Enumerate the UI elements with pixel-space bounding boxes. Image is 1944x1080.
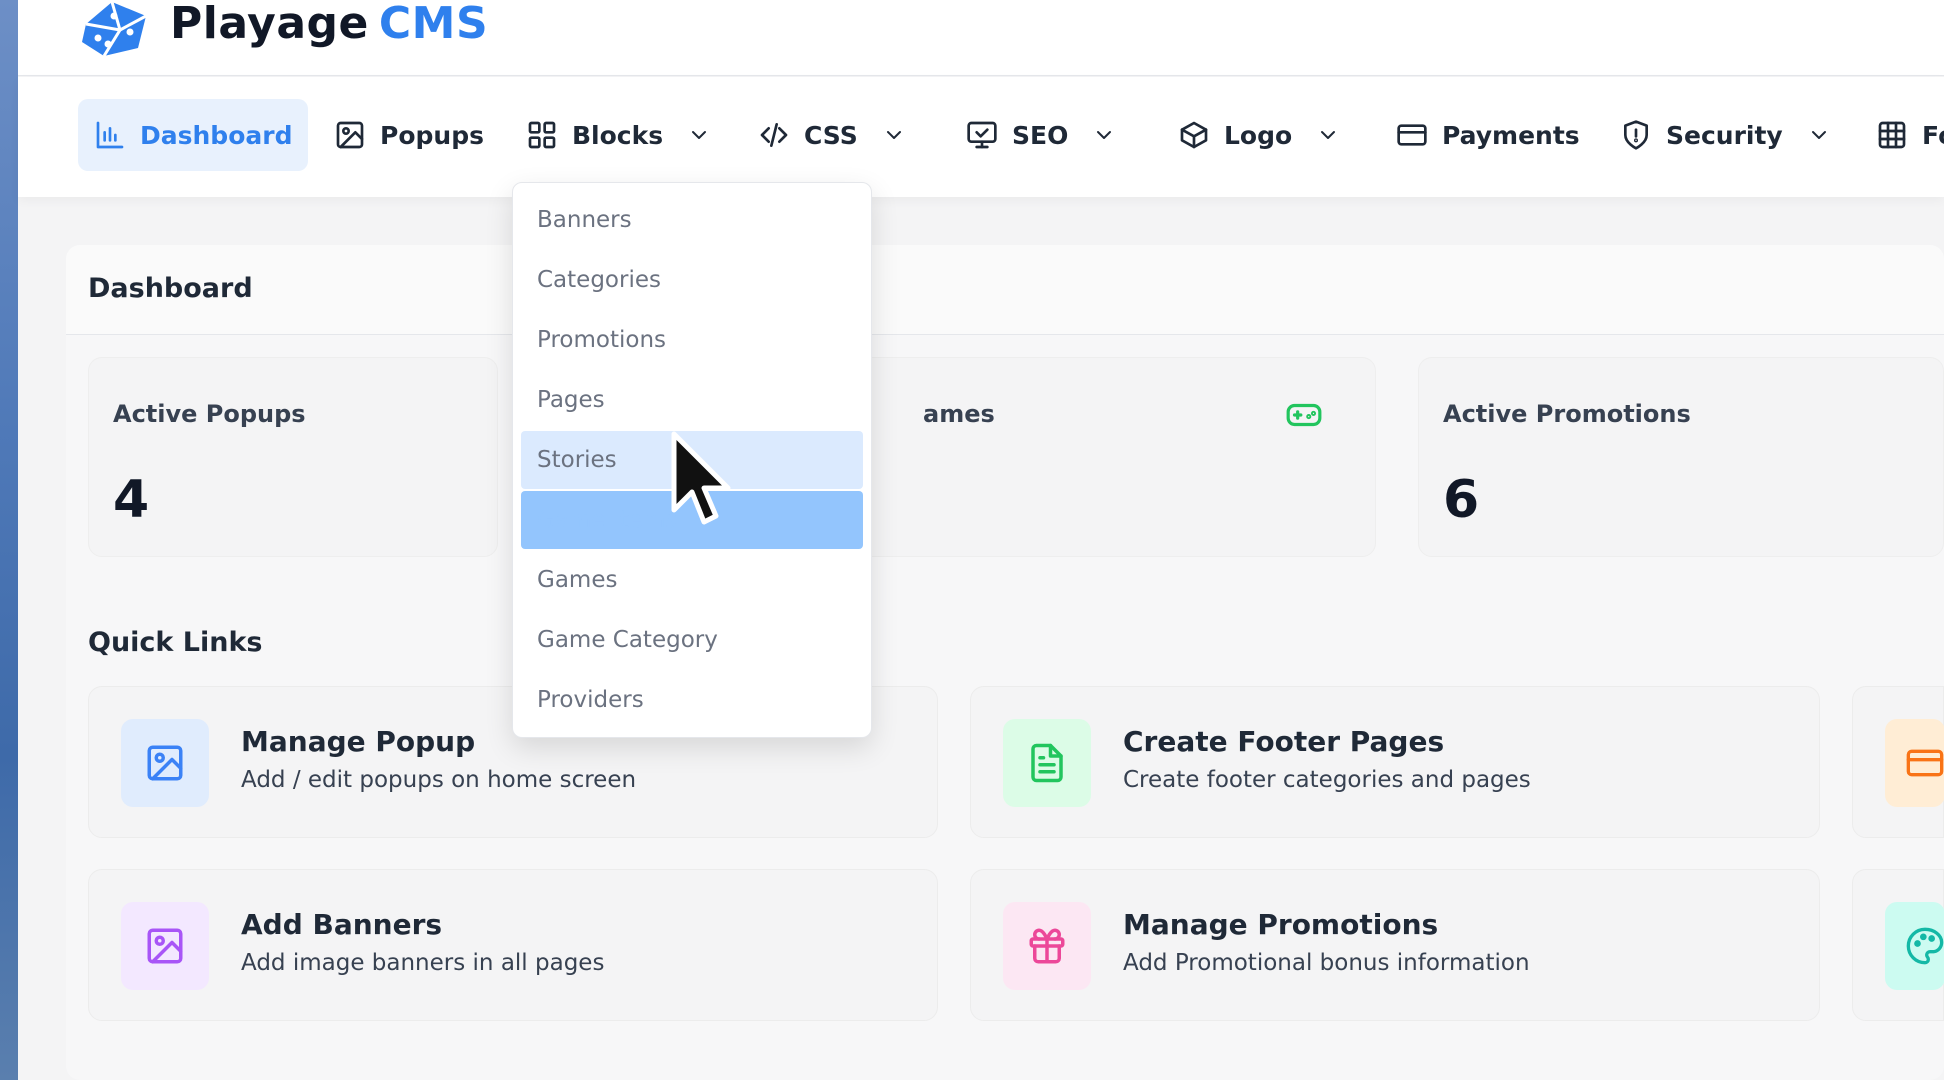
- gamepad-icon: [1286, 403, 1322, 427]
- brand-suffix: CMS: [378, 0, 489, 49]
- chevron-down-icon: [1811, 131, 1826, 139]
- monitor-check-icon: [967, 121, 997, 149]
- quick-link-partial[interactable]: [1852, 686, 1944, 838]
- nav-label: Dashboard: [140, 120, 293, 150]
- nav-dashboard[interactable]: Dashboard: [78, 99, 309, 171]
- stat-label: ames: [923, 400, 995, 428]
- link-icon-box: [1885, 719, 1944, 807]
- dashboard-panel: Dashboard Active Popups 4 ames Active Pr…: [66, 245, 1944, 1080]
- panel-header: Dashboard: [66, 245, 1944, 335]
- link-icon-box: [1885, 902, 1944, 990]
- link-icon-box: [1003, 719, 1091, 807]
- chevron-down-icon: [1321, 131, 1336, 139]
- link-icon-box: [121, 902, 209, 990]
- image-icon: [147, 928, 183, 964]
- nav-label: Payments: [1442, 120, 1580, 150]
- link-title: Create Footer Pages: [1123, 725, 1445, 758]
- chevron-down-icon: [1097, 131, 1112, 139]
- brand-title: Playage CMS: [170, 0, 488, 49]
- stat-card-games: ames: [846, 357, 1376, 557]
- nav-payments[interactable]: Payments: [1396, 99, 1580, 171]
- nav-label: SEO: [1012, 120, 1069, 150]
- nav-label: CSS: [804, 120, 858, 150]
- nav-label: Blocks: [572, 120, 664, 150]
- grid-icon: [528, 121, 556, 149]
- nav-security[interactable]: Security: [1620, 99, 1831, 171]
- top-header: Playage CMS: [18, 0, 1944, 76]
- desktop-edge: [0, 0, 18, 1080]
- link-title: Add Banners: [241, 908, 443, 941]
- link-title: Manage Popup: [241, 725, 476, 758]
- link-title: Manage Promotions: [1123, 908, 1439, 941]
- palette-icon: [1906, 927, 1944, 965]
- chevron-down-icon: [692, 131, 707, 139]
- file-text-icon: [1031, 743, 1063, 783]
- cms-app: Playage CMS Dashboard Popups Blocks CSS S…: [18, 0, 1944, 1080]
- nav-popups[interactable]: Popups: [334, 99, 484, 171]
- gift-icon: [1029, 928, 1065, 964]
- quick-links-title: Quick Links: [88, 627, 263, 658]
- menu-item-categories[interactable]: Categories: [521, 251, 863, 309]
- dice-logo-icon: [82, 1, 147, 57]
- nav-label: Fo: [1922, 120, 1944, 150]
- menu-item-promotions[interactable]: Promotions: [521, 311, 863, 369]
- brand-name: Playage: [170, 0, 369, 49]
- menu-item-game-category[interactable]: Game Category: [521, 611, 863, 669]
- nav-label: Popups: [380, 120, 484, 150]
- main-nav: Dashboard Popups Blocks CSS SEO Logo Pay…: [18, 77, 1944, 197]
- mouse-pointer-icon: [671, 431, 731, 525]
- link-subtitle: Create footer categories and pages: [1123, 767, 1531, 793]
- shield-icon: [1624, 120, 1648, 150]
- link-subtitle: Add image banners in all pages: [241, 950, 605, 976]
- menu-item-pages[interactable]: Pages: [521, 371, 863, 429]
- nav-footer[interactable]: Fo: [1876, 99, 1944, 171]
- stat-card-active-promotions: Active Promotions 6: [1418, 357, 1944, 557]
- image-icon: [147, 745, 183, 781]
- link-subtitle: Add Promotional bonus information: [1123, 950, 1530, 976]
- nav-seo[interactable]: SEO: [966, 99, 1116, 171]
- bar-chart-icon: [96, 121, 124, 149]
- stat-label: Active Promotions: [1443, 400, 1691, 428]
- quick-link-manage-promotions[interactable]: Manage Promotions Add Promotional bonus …: [970, 869, 1820, 1021]
- image-icon: [336, 121, 364, 149]
- nav-blocks[interactable]: Blocks: [526, 99, 711, 171]
- chevron-down-icon: [886, 131, 901, 139]
- code-icon: [760, 123, 788, 147]
- table-icon: [1878, 121, 1906, 149]
- menu-item-providers[interactable]: Providers: [521, 671, 863, 729]
- credit-card-icon: [1906, 749, 1944, 777]
- credit-card-icon: [1397, 124, 1427, 146]
- quick-link-create-footer-pages[interactable]: Create Footer Pages Create footer catego…: [970, 686, 1820, 838]
- quick-link-partial-2[interactable]: [1852, 869, 1944, 1021]
- link-subtitle: Add / edit popups on home screen: [241, 767, 637, 793]
- link-icon-box: [1003, 902, 1091, 990]
- box-icon: [1180, 121, 1208, 149]
- stat-value: 6: [1443, 470, 1480, 530]
- nav-logo[interactable]: Logo: [1178, 99, 1340, 171]
- nav-label: Security: [1666, 120, 1783, 150]
- nav-label: Logo: [1224, 120, 1293, 150]
- stat-card-active-popups: Active Popups 4: [88, 357, 498, 557]
- stat-value: 4: [113, 470, 150, 530]
- stat-label: Active Popups: [113, 400, 306, 428]
- quick-link-add-banners[interactable]: Add Banners Add image banners in all pag…: [88, 869, 938, 1021]
- link-icon-box: [121, 719, 209, 807]
- menu-item-banners[interactable]: Banners: [521, 191, 863, 249]
- menu-item-games[interactable]: Games: [521, 551, 863, 609]
- page-title: Dashboard: [88, 273, 253, 304]
- nav-css[interactable]: CSS: [758, 99, 906, 171]
